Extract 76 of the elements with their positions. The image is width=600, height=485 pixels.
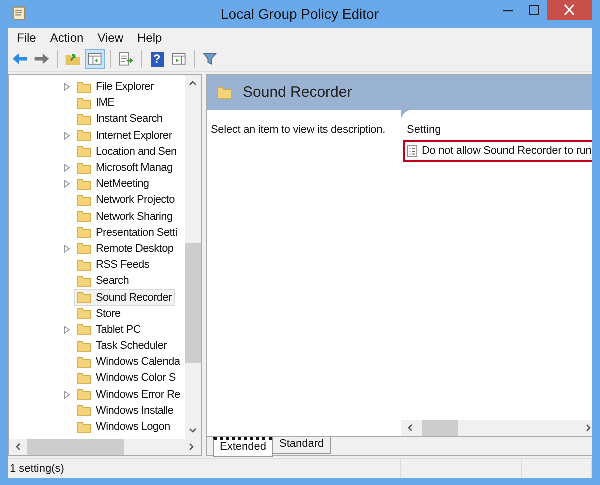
folder-icon — [77, 145, 92, 158]
folder-icon — [77, 194, 92, 207]
tree-item[interactable]: Windows Calenda — [74, 354, 184, 371]
expand-arrow-icon[interactable] — [63, 244, 71, 254]
view-tab[interactable]: Extended — [213, 437, 274, 457]
folder-icon — [217, 86, 233, 100]
expand-arrow-icon[interactable] — [63, 82, 71, 92]
tree-item[interactable]: Windows Color S — [74, 370, 179, 387]
status-text: 1 setting(s) — [8, 459, 401, 478]
scroll-right-icon[interactable] — [584, 423, 592, 433]
tree-item[interactable]: Network Projecto — [74, 192, 178, 209]
folder-icon — [77, 388, 92, 402]
tree-item[interactable]: Tablet PC — [74, 321, 144, 338]
folder-icon — [77, 80, 92, 94]
setting-icon — [407, 144, 418, 158]
scroll-up-icon[interactable] — [188, 79, 198, 87]
folder-icon — [77, 178, 92, 191]
tree-item[interactable]: Remote Desktop — [74, 240, 177, 258]
folder-icon — [77, 96, 92, 110]
folder-icon — [77, 210, 92, 224]
tree-item[interactable]: RSS Feeds — [74, 256, 153, 274]
tree-item[interactable]: Microsoft Manag — [74, 160, 176, 177]
menu-item[interactable]: View — [90, 30, 130, 44]
folder-icon — [77, 420, 92, 434]
expand-arrow-icon[interactable] — [63, 130, 71, 141]
scroll-left-icon[interactable] — [14, 442, 22, 452]
scroll-down-icon[interactable] — [188, 427, 198, 435]
tree-item[interactable]: IME — [74, 94, 118, 112]
tree-item[interactable]: Windows Error Re — [74, 386, 184, 404]
tree-item[interactable]: Store — [74, 305, 124, 322]
horizontal-scrollbar[interactable] — [9, 439, 201, 455]
view-tab[interactable]: Standard — [272, 437, 332, 454]
tree-item[interactable]: NetMeeting — [74, 176, 152, 193]
close-button[interactable] — [547, 0, 592, 20]
folder-icon — [77, 340, 92, 353]
app-icon — [10, 5, 28, 23]
folder-icon — [77, 258, 92, 272]
menu-item[interactable]: Action — [43, 30, 91, 44]
folder-icon — [77, 356, 92, 369]
tree-item[interactable]: Presentation Setti — [74, 224, 180, 242]
tree-item[interactable]: Task Scheduler — [74, 338, 170, 355]
expand-arrow-icon[interactable] — [63, 324, 71, 335]
setting-row[interactable]: Do not allow Sound Recorder to run — [403, 140, 592, 162]
help-button[interactable]: ? — [147, 49, 167, 69]
tree-item[interactable]: Internet Explorer — [74, 127, 176, 144]
folder-icon — [77, 242, 92, 256]
expand-arrow-icon[interactable] — [63, 179, 71, 190]
tree-item[interactable]: Sound Recorder — [74, 289, 175, 306]
tree-item[interactable]: Location and Sen — [74, 143, 180, 160]
window-title: Local Group Policy Editor — [221, 6, 379, 22]
folder-icon — [77, 404, 92, 418]
menu-item[interactable]: File — [10, 30, 44, 44]
description-text: Select an item to view its description. — [211, 124, 386, 136]
header-title: Sound Recorder — [243, 84, 352, 101]
tree-item[interactable]: Search — [74, 272, 132, 290]
tree-item[interactable]: Instant Search — [74, 110, 166, 128]
tree-item[interactable]: Network Sharing — [74, 208, 176, 226]
vertical-scrollbar[interactable] — [185, 75, 201, 439]
expand-arrow-icon[interactable] — [63, 390, 71, 400]
tree-item[interactable]: Windows Installe — [74, 402, 177, 420]
folder-icon — [77, 129, 92, 142]
folder-icon — [77, 226, 92, 240]
folder-icon — [77, 112, 92, 126]
scroll-right-icon[interactable] — [188, 442, 196, 452]
folder-icon — [77, 291, 92, 304]
tree-item[interactable]: Windows Logon — [74, 418, 174, 436]
folder-icon — [77, 372, 92, 385]
folder-icon — [77, 162, 92, 175]
column-header[interactable]: Setting — [401, 120, 442, 140]
expand-arrow-icon[interactable] — [63, 163, 71, 174]
scroll-left-icon[interactable] — [406, 423, 414, 433]
horizontal-scrollbar[interactable] — [401, 420, 592, 436]
tree-item[interactable]: File Explorer — [74, 78, 157, 96]
menu-item[interactable]: Help — [130, 30, 170, 44]
folder-icon — [77, 323, 92, 336]
console-tree-icon[interactable] — [85, 49, 105, 69]
